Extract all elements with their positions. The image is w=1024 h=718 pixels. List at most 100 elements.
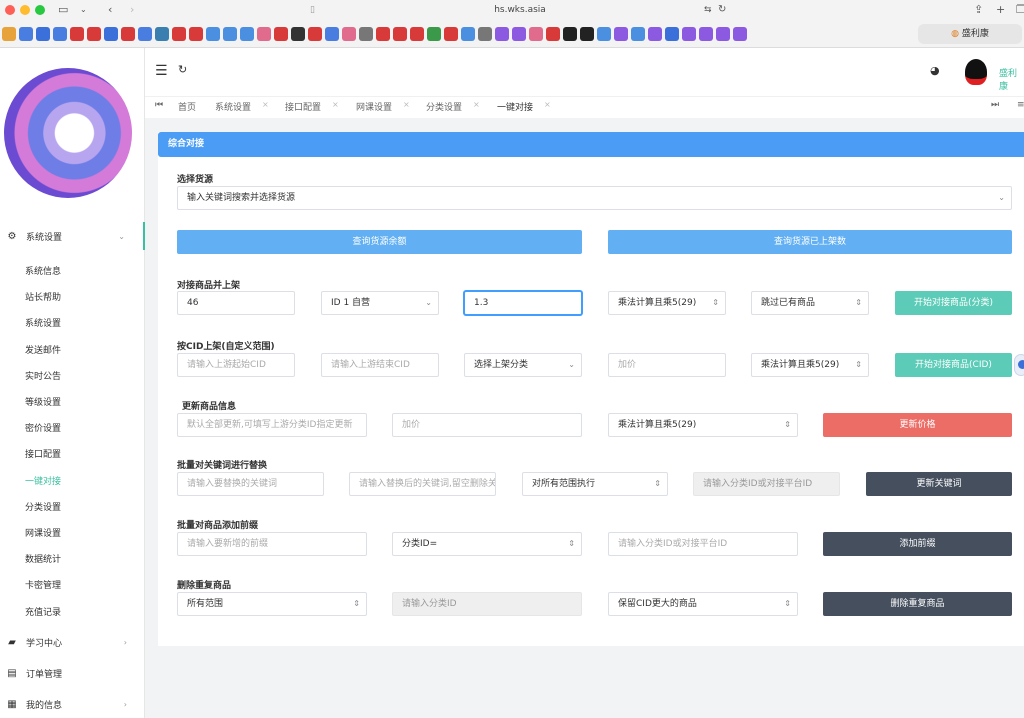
forward-icon[interactable]: › (130, 2, 134, 18)
favorite-site-icon[interactable] (580, 27, 594, 41)
favorite-site-icon[interactable] (36, 27, 50, 41)
close-icon[interactable]: × (332, 100, 339, 109)
replace-scope-select[interactable]: 对所有范围执行 ⇕ (522, 472, 668, 496)
favorite-site-icon[interactable] (444, 27, 458, 41)
source-select[interactable]: 输入关键词搜索并选择货源 ⌄ (177, 186, 1012, 210)
favorite-site-icon[interactable] (325, 27, 339, 41)
favorite-site-icon[interactable] (512, 27, 526, 41)
user-name[interactable]: 盛利康 (999, 66, 1024, 92)
favorite-site-icon[interactable] (121, 27, 135, 41)
favorite-site-icon[interactable] (376, 27, 390, 41)
favorite-site-icon[interactable] (495, 27, 509, 41)
cid-end-input[interactable]: 请输入上游结束CID (321, 353, 439, 377)
cid-calc-select[interactable]: 乘法计算且乘5(29) ⇕ (751, 353, 869, 377)
sidebar-sub-item[interactable]: 分类设置 (25, 500, 61, 513)
sidebar-sub-item[interactable]: 卡密管理 (25, 578, 61, 591)
floating-assistant-icon[interactable] (1014, 354, 1024, 376)
favorite-site-icon[interactable] (291, 27, 305, 41)
close-icon[interactable]: × (403, 100, 410, 109)
tab-home[interactable]: 首页 (178, 100, 196, 113)
favorite-site-icon[interactable] (87, 27, 101, 41)
favorite-site-icon[interactable] (478, 27, 492, 41)
reload-icon[interactable]: ↻ (718, 2, 726, 18)
favorite-site-icon[interactable] (716, 27, 730, 41)
translate-icon[interactable]: ⇆ (704, 2, 712, 18)
favorite-site-icon[interactable] (631, 27, 645, 41)
favorite-site-icon[interactable] (257, 27, 271, 41)
update-scope-input[interactable]: 默认全部更新,可填写上游分类ID指定更新 (177, 413, 367, 437)
sidebar-sub-item[interactable]: 充值记录 (25, 605, 61, 618)
dock-id-input[interactable]: 46 (177, 291, 295, 315)
dock-calc-select[interactable]: 乘法计算且乘5(29) ⇕ (608, 291, 726, 315)
dedupe-category-input[interactable]: 请输入分类ID (392, 592, 582, 616)
favorite-site-icon[interactable] (665, 27, 679, 41)
tab-one-click-dock[interactable]: 一键对接 (497, 100, 533, 113)
favorite-site-icon[interactable] (308, 27, 322, 41)
sidebar-group-system[interactable]: ⚙ 系统设置 ⌄ (0, 222, 145, 250)
refresh-icon[interactable]: ↻ (178, 63, 187, 76)
sidebar-sub-item[interactable]: 等级设置 (25, 395, 61, 408)
prefix-target-input[interactable]: 请输入分类ID或对接平台ID (608, 532, 798, 556)
replace-keyword-input[interactable]: 请输入要替换的关键词 (177, 472, 324, 496)
sidebar-group-learning[interactable]: ▰ 学习中心 › (0, 628, 145, 656)
delete-duplicates-button[interactable]: 删除重复商品 (823, 592, 1012, 616)
avatar[interactable] (965, 59, 987, 85)
update-price-input[interactable]: 加价 (392, 413, 582, 437)
favorite-site-icon[interactable] (53, 27, 67, 41)
favorite-site-icon[interactable] (733, 27, 747, 41)
favorite-site-icon[interactable] (563, 27, 577, 41)
replace-new-keyword-input[interactable]: 请输入替换后的关键词,留空删除关键词 (349, 472, 496, 496)
start-dock-category-button[interactable]: 开始对接商品(分类) (895, 291, 1012, 315)
favorite-site-icon[interactable] (614, 27, 628, 41)
update-price-button[interactable]: 更新价格 (823, 413, 1012, 437)
sidebar-sub-item[interactable]: 接口配置 (25, 447, 61, 460)
favorite-site-icon[interactable] (206, 27, 220, 41)
favorite-site-icon[interactable] (529, 27, 543, 41)
cid-price-input[interactable]: 加价 (608, 353, 726, 377)
favorite-site-icon[interactable] (461, 27, 475, 41)
sidebar-sub-item[interactable]: 系统设置 (25, 316, 61, 329)
tabs-scroll-right-icon[interactable]: ⏭ (991, 100, 999, 110)
favorite-site-icon[interactable] (359, 27, 373, 41)
update-keyword-button[interactable]: 更新关键词 (866, 472, 1012, 496)
cid-start-input[interactable]: 请输入上游起始CID (177, 353, 295, 377)
sidebar-group-orders[interactable]: ▤ 订单管理 (0, 659, 145, 687)
favorite-site-icon[interactable] (342, 27, 356, 41)
favorite-site-icon[interactable] (19, 27, 33, 41)
sidebar-sub-item[interactable]: 网课设置 (25, 526, 61, 539)
start-dock-cid-button[interactable]: 开始对接商品(CID) (895, 353, 1012, 377)
sidebar-sub-item[interactable]: 密价设置 (25, 421, 61, 434)
favorite-site-icon[interactable] (427, 27, 441, 41)
favorite-site-icon[interactable] (70, 27, 84, 41)
tab-course-settings[interactable]: 网课设置 (356, 100, 392, 113)
favorite-site-icon[interactable] (410, 27, 424, 41)
close-icon[interactable]: × (473, 100, 480, 109)
close-icon[interactable]: × (262, 100, 269, 109)
dedupe-scope-select[interactable]: 所有范围 ⇕ (177, 592, 367, 616)
sidebar-sub-item[interactable]: 站长帮助 (25, 290, 61, 303)
tab-category-settings[interactable]: 分类设置 (426, 100, 462, 113)
dock-skip-select[interactable]: 跳过已有商品 ⇕ (751, 291, 869, 315)
replace-target-input[interactable]: 请输入分类ID或对接平台ID (693, 472, 840, 496)
address-bar[interactable]: hs.wks.asia (320, 2, 720, 18)
close-window-button[interactable] (5, 5, 15, 15)
menu-toggle-icon[interactable]: ☰ (155, 63, 168, 79)
tab-system-settings[interactable]: 系统设置 (215, 100, 251, 113)
favorite-site-icon[interactable] (2, 27, 16, 41)
share-icon[interactable]: ⇪ (974, 2, 983, 18)
favorite-site-icon[interactable] (138, 27, 152, 41)
favorite-site-icon[interactable] (682, 27, 696, 41)
favorite-site-icon[interactable] (223, 27, 237, 41)
favorite-site-icon[interactable] (393, 27, 407, 41)
favorite-site-icon[interactable] (648, 27, 662, 41)
tab-overview-icon[interactable]: ❐ (1016, 2, 1024, 18)
favorite-site-icon[interactable] (274, 27, 288, 41)
close-icon[interactable]: × (544, 100, 551, 109)
palette-icon[interactable]: ◕ (930, 64, 940, 77)
chevron-down-icon[interactable]: ⌄ (80, 2, 87, 18)
favorite-site-icon[interactable] (240, 27, 254, 41)
sidebar-sub-item[interactable]: 数据统计 (25, 552, 61, 565)
sidebar-sub-item[interactable]: 实时公告 (25, 369, 61, 382)
sidebar-sub-item[interactable]: 发送邮件 (25, 343, 61, 356)
maximize-window-button[interactable] (35, 5, 45, 15)
